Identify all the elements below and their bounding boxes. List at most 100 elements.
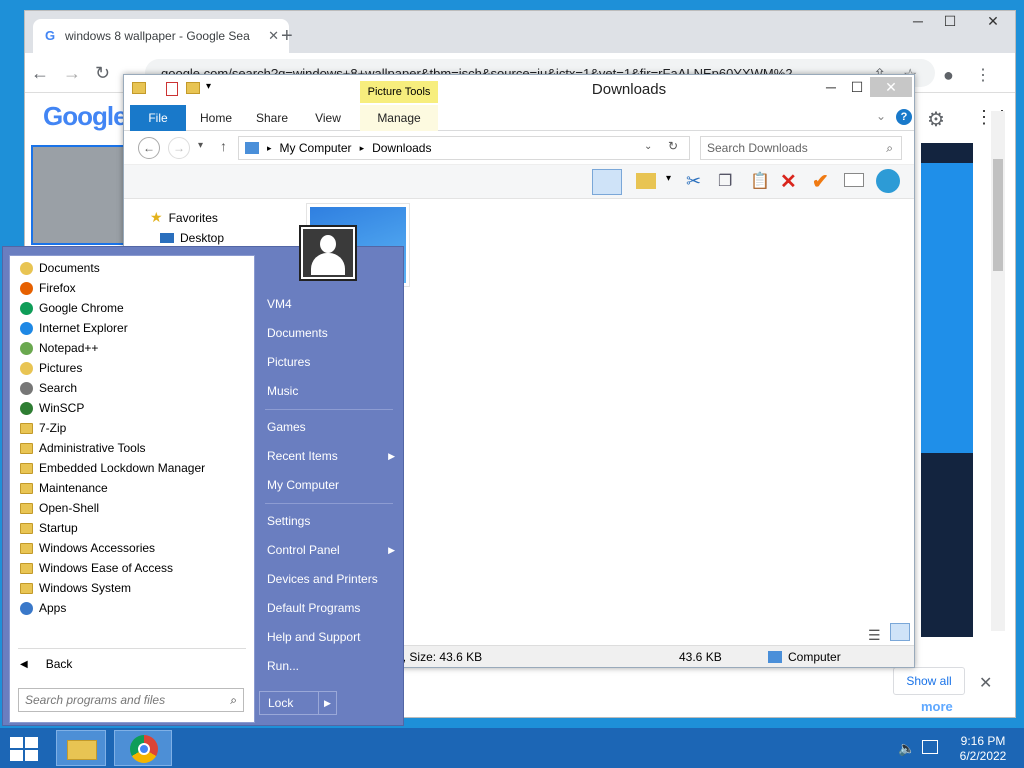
- ribbon-expand-icon[interactable]: ⌄: [876, 109, 886, 123]
- clock[interactable]: 9:16 PM 6/2/2022: [948, 734, 1018, 764]
- menu-help-support[interactable]: Help and Support: [257, 623, 401, 652]
- lock-options-icon[interactable]: ▶: [318, 692, 336, 714]
- program-label: Apps: [39, 601, 67, 615]
- properties-icon[interactable]: [166, 82, 178, 96]
- paste-icon[interactable]: 📋: [750, 171, 770, 191]
- menu-run[interactable]: Run...: [257, 652, 401, 681]
- maximize-icon[interactable]: ☐: [842, 79, 872, 96]
- image-thumbnail[interactable]: [31, 145, 125, 245]
- minimize-icon[interactable]: ─: [903, 13, 933, 29]
- speaker-muted-icon[interactable]: 🔈: [898, 740, 915, 757]
- qat-dropdown-icon[interactable]: ▾: [206, 81, 211, 92]
- menu-devices-printers[interactable]: Devices and Printers: [257, 565, 401, 594]
- back-button[interactable]: ◀ Back: [20, 654, 72, 674]
- program-item[interactable]: Internet Explorer: [10, 318, 254, 338]
- new-folder-icon[interactable]: [186, 82, 200, 94]
- taskbar-chrome[interactable]: [114, 730, 172, 766]
- nav-back-icon[interactable]: ←: [138, 137, 160, 159]
- menu-music[interactable]: Music: [257, 377, 401, 406]
- program-item[interactable]: Documents: [10, 258, 254, 278]
- preview-pane-icon[interactable]: [592, 169, 622, 195]
- status-size: 43.6 KB: [679, 650, 722, 664]
- tab-home[interactable]: Home: [190, 105, 242, 131]
- chrome-scrollbar[interactable]: [991, 111, 1005, 631]
- program-item[interactable]: Google Chrome: [10, 298, 254, 318]
- program-item[interactable]: WinSCP: [10, 398, 254, 418]
- program-item[interactable]: Windows Ease of Access: [10, 558, 254, 578]
- user-name[interactable]: VM4: [257, 290, 401, 319]
- refresh-icon[interactable]: ↻: [668, 139, 678, 153]
- menu-documents[interactable]: Documents: [257, 319, 401, 348]
- recent-locations-icon[interactable]: ▾: [198, 140, 203, 151]
- tab-manage[interactable]: Manage: [360, 105, 438, 131]
- taskbar-file-explorer[interactable]: [56, 730, 106, 766]
- program-item[interactable]: Windows Accessories: [10, 538, 254, 558]
- forward-icon[interactable]: →: [63, 63, 81, 84]
- program-item[interactable]: Notepad++: [10, 338, 254, 358]
- delete-icon[interactable]: ✕: [780, 169, 797, 194]
- tab-share[interactable]: Share: [246, 105, 298, 131]
- lock-button[interactable]: Lock ▶: [259, 691, 337, 715]
- close-tab-icon[interactable]: ✕: [268, 28, 279, 44]
- copy-icon[interactable]: ❐: [718, 171, 732, 191]
- program-item[interactable]: Administrative Tools: [10, 438, 254, 458]
- search-downloads-input[interactable]: Search Downloads ⌕: [700, 136, 902, 160]
- address-dropdown-icon[interactable]: ⌄: [644, 141, 652, 152]
- program-item[interactable]: Embedded Lockdown Manager: [10, 458, 254, 478]
- profile-icon[interactable]: ●: [943, 65, 954, 86]
- rename-icon[interactable]: [844, 173, 864, 187]
- large-icons-view-icon[interactable]: [890, 623, 910, 641]
- picture-tools-label: Picture Tools: [360, 81, 438, 103]
- breadcrumb[interactable]: ▸ My Computer ▸ Downloads: [238, 136, 690, 160]
- check-icon[interactable]: ✔: [812, 169, 829, 194]
- details-view-icon[interactable]: ☰: [868, 627, 881, 644]
- network-icon[interactable]: [922, 740, 938, 754]
- menu-dots-icon[interactable]: ⋮: [975, 65, 991, 85]
- crumb-my-computer[interactable]: My Computer: [280, 141, 352, 155]
- folder-options-icon[interactable]: [636, 173, 656, 189]
- google-logo[interactable]: Google: [43, 101, 128, 132]
- start-search-input[interactable]: Search programs and files ⌕: [18, 688, 244, 712]
- close-window-icon[interactable]: ✕: [870, 77, 912, 97]
- close-downloads-icon[interactable]: ✕: [979, 673, 992, 693]
- menu-my-computer[interactable]: My Computer: [257, 471, 401, 500]
- program-item[interactable]: Open-Shell: [10, 498, 254, 518]
- tab-file[interactable]: File: [130, 105, 186, 131]
- program-item[interactable]: Search: [10, 378, 254, 398]
- nav-desktop[interactable]: Desktop: [160, 231, 224, 245]
- windows-start-icon[interactable]: [10, 737, 38, 761]
- crumb-downloads[interactable]: Downloads: [372, 141, 431, 155]
- menu-recent-items[interactable]: Recent Items ▶: [257, 442, 401, 471]
- menu-settings[interactable]: Settings: [257, 507, 401, 536]
- program-item[interactable]: Startup: [10, 518, 254, 538]
- program-item[interactable]: 7-Zip: [10, 418, 254, 438]
- nav-favorites[interactable]: ★ Favorites: [150, 209, 218, 226]
- network-globe-icon[interactable]: [876, 169, 900, 193]
- maximize-icon[interactable]: ☐: [935, 13, 965, 30]
- menu-pictures[interactable]: Pictures: [257, 348, 401, 377]
- menu-games[interactable]: Games: [257, 413, 401, 442]
- program-item[interactable]: Pictures: [10, 358, 254, 378]
- new-tab-icon[interactable]: +: [281, 25, 293, 48]
- program-item[interactable]: Firefox: [10, 278, 254, 298]
- close-window-icon[interactable]: ✕: [978, 13, 1008, 30]
- program-item[interactable]: Windows System: [10, 578, 254, 598]
- more-link[interactable]: more: [921, 699, 953, 714]
- show-all-button[interactable]: Show all: [893, 667, 965, 695]
- tab-view[interactable]: View: [302, 105, 354, 131]
- user-avatar[interactable]: [299, 225, 357, 281]
- nav-forward-icon[interactable]: →: [168, 137, 190, 159]
- program-item[interactable]: Maintenance: [10, 478, 254, 498]
- menu-control-panel[interactable]: Control Panel ▶: [257, 536, 401, 565]
- help-icon[interactable]: ?: [896, 109, 912, 125]
- up-icon[interactable]: ↑: [220, 138, 227, 154]
- folder-icon: [132, 82, 146, 94]
- chrome-tab[interactable]: G windows 8 wallpaper - Google Sea ✕: [33, 19, 289, 53]
- menu-default-programs[interactable]: Default Programs: [257, 594, 401, 623]
- back-icon[interactable]: ←: [31, 63, 49, 84]
- folder-dropdown-icon[interactable]: ▾: [666, 173, 671, 184]
- settings-gear-icon[interactable]: ⚙: [927, 107, 945, 132]
- cut-icon[interactable]: ✂: [686, 171, 701, 192]
- program-item[interactable]: Apps: [10, 598, 254, 618]
- reload-icon[interactable]: ↻: [95, 63, 110, 84]
